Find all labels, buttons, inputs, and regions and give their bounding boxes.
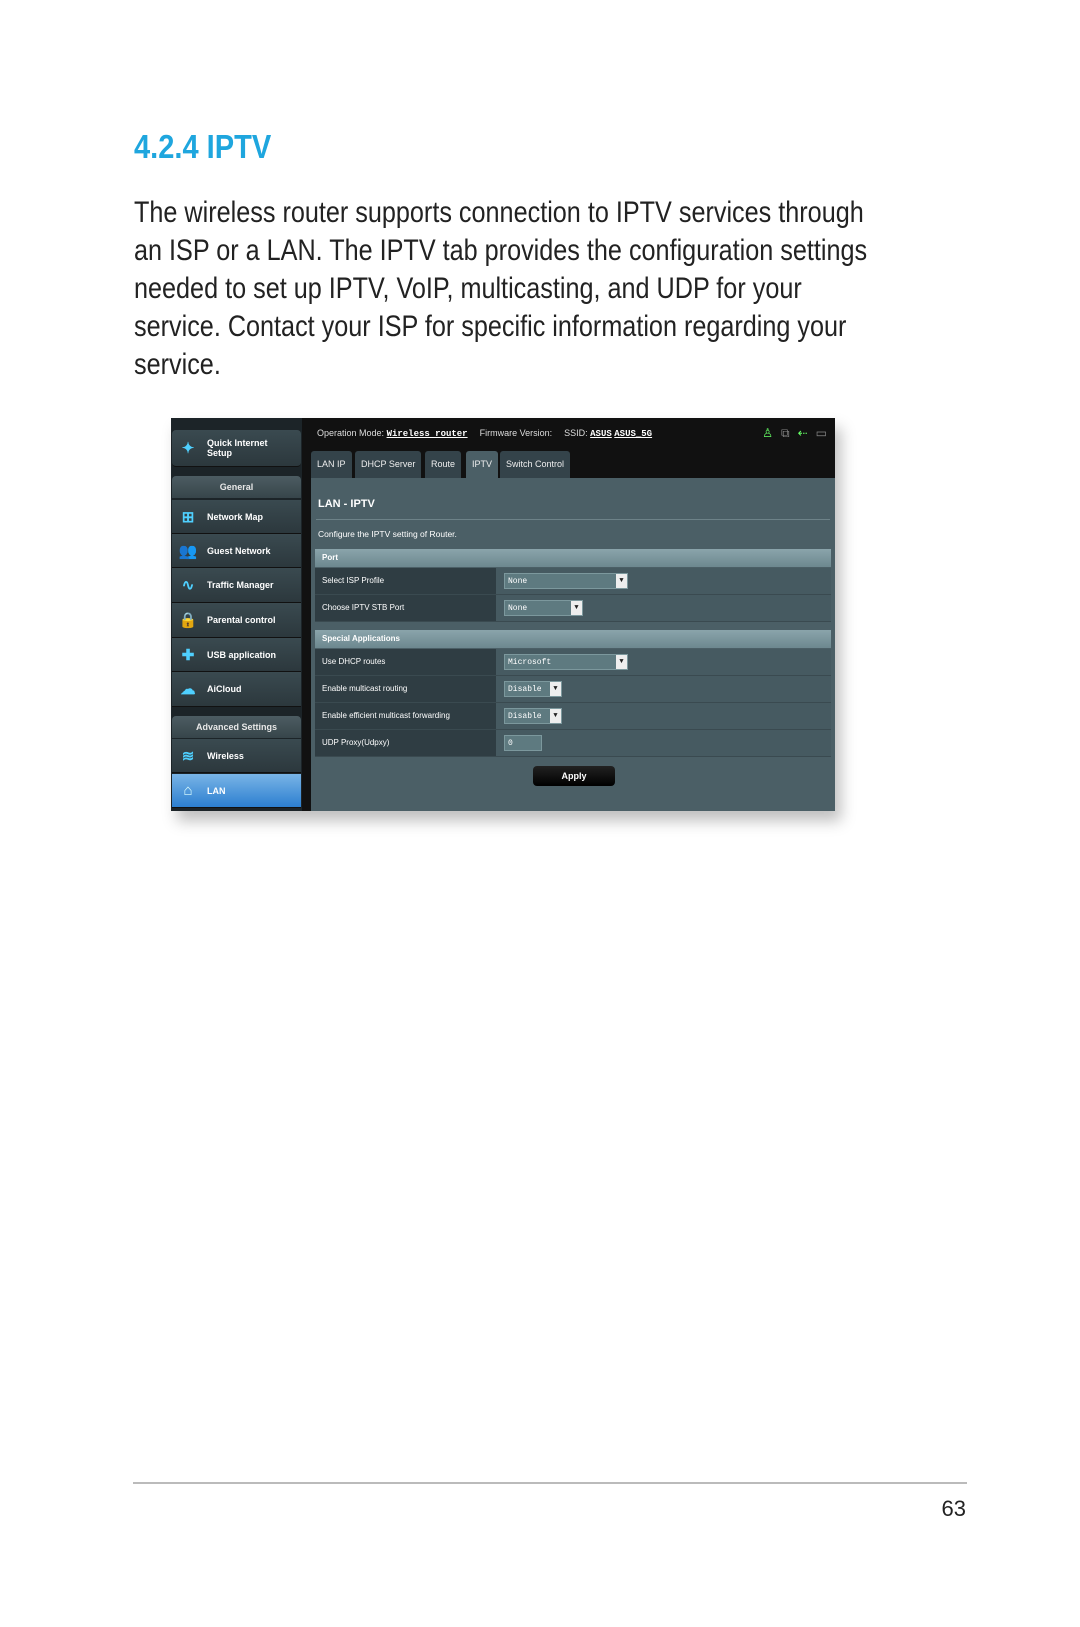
advanced-settings-header: Advanced Settings: [172, 716, 301, 738]
cloud-icon: ☁: [180, 681, 196, 698]
general-header: General: [172, 476, 301, 498]
paragraph-line: an ISP or a LAN. The IPTV tab provides t…: [134, 234, 868, 267]
status-bar: Operation Mode: Wireless router Firmware…: [317, 425, 827, 441]
footer-rule: [133, 1482, 967, 1484]
stb-port-select[interactable]: None ▼: [504, 600, 583, 616]
paragraph-line: The wireless router supports connection …: [134, 196, 864, 229]
dhcp-routes-select[interactable]: Microsoft ▼: [504, 654, 628, 670]
sidebar-item-guest-network[interactable]: 👥 Guest Network: [172, 534, 301, 568]
page-description: Configure the IPTV setting of Router.: [318, 529, 457, 539]
sidebar-item-lan[interactable]: ⌂ LAN: [172, 774, 301, 808]
client-status-icon[interactable]: ♙: [762, 426, 773, 441]
chevron-down-icon: ▼: [616, 655, 627, 669]
sidebar-item-aicloud[interactable]: ☁ AiCloud: [172, 672, 301, 707]
isp-profile-select[interactable]: None ▼: [504, 573, 628, 589]
section-heading: 4.2.4 IPTV: [134, 128, 272, 165]
wifi-icon: ≋: [181, 747, 195, 765]
table-row: Use DHCP routes Microsoft ▼: [315, 649, 831, 676]
page-number: 63: [941, 1496, 966, 1521]
paragraph-line: service. Contact your ISP for specific i…: [134, 310, 847, 343]
table-row: UDP Proxy(Udpxy) 0: [315, 730, 831, 757]
sidebar-item-wireless[interactable]: ≋ Wireless: [172, 739, 301, 773]
sidebar-item-traffic-manager[interactable]: ∿ Traffic Manager: [172, 568, 301, 603]
tab-route[interactable]: Route: [425, 451, 462, 478]
magic-wand-icon: ✦: [181, 440, 195, 457]
chevron-down-icon: ▼: [550, 709, 561, 723]
usb-status-icon[interactable]: ⇠: [798, 426, 808, 441]
table-row: Enable multicast routing Disable ▼: [315, 676, 831, 703]
tab-lan-ip[interactable]: LAN IP: [311, 451, 352, 478]
network-status-icon[interactable]: ⧉: [781, 426, 790, 441]
router-screenshot: ✦ Quick Internet Setup General ⊞ Network M…: [171, 418, 835, 811]
sidebar-item-network-map[interactable]: ⊞ Network Map: [172, 500, 301, 534]
ssid-5g-link[interactable]: ASUS_5G: [614, 429, 652, 439]
traffic-manager-icon: ∿: [181, 577, 195, 594]
tab-iptv[interactable]: IPTV: [466, 451, 499, 478]
puzzle-icon: ✚: [181, 646, 195, 664]
multicast-routing-select[interactable]: Disable ▼: [504, 681, 562, 697]
sidebar: ✦ Quick Internet Setup General ⊞ Network M…: [171, 418, 302, 811]
chevron-down-icon: ▼: [550, 682, 561, 696]
network-map-icon: ⊞: [181, 508, 195, 526]
paragraph-line: service.: [134, 348, 221, 381]
quick-internet-setup-button[interactable]: ✦ Quick Internet Setup: [172, 430, 301, 467]
sidebar-item-usb-application[interactable]: ✚ USB application: [172, 638, 301, 672]
chevron-down-icon: ▼: [571, 601, 582, 615]
printer-status-icon[interactable]: ▭: [816, 426, 827, 441]
apply-button[interactable]: Apply: [533, 766, 615, 786]
table-row: Enable efficient multicast forwarding Dis…: [315, 703, 831, 730]
operation-mode-link[interactable]: Wireless router: [387, 429, 468, 439]
sidebar-item-parental-control[interactable]: 🔒 Parental control: [172, 603, 301, 638]
ssid-link[interactable]: ASUS: [590, 429, 612, 439]
home-icon: ⌂: [183, 782, 193, 799]
tab-switch-control[interactable]: Switch Control: [500, 451, 571, 478]
guest-network-icon: 👥: [178, 542, 198, 560]
special-applications-header: Special Applications: [315, 630, 831, 648]
table-row: Select ISP Profile None ▼: [315, 568, 831, 595]
port-section-header: Port: [315, 549, 831, 567]
efficient-multicast-select[interactable]: Disable ▼: [504, 708, 562, 724]
udp-proxy-input[interactable]: 0: [504, 735, 542, 751]
table-row: Choose IPTV STB Port None ▼: [315, 595, 831, 622]
content-panel: LAN - IPTV Configure the IPTV setting of…: [311, 478, 835, 811]
lock-icon: 🔒: [178, 612, 198, 629]
page-title: LAN - IPTV: [318, 498, 375, 510]
paragraph-line: needed to set up IPTV, VoIP, multicastin…: [134, 272, 802, 305]
divider: [316, 519, 830, 520]
tab-dhcp-server[interactable]: DHCP Server: [355, 451, 422, 478]
chevron-down-icon: ▼: [616, 574, 627, 588]
